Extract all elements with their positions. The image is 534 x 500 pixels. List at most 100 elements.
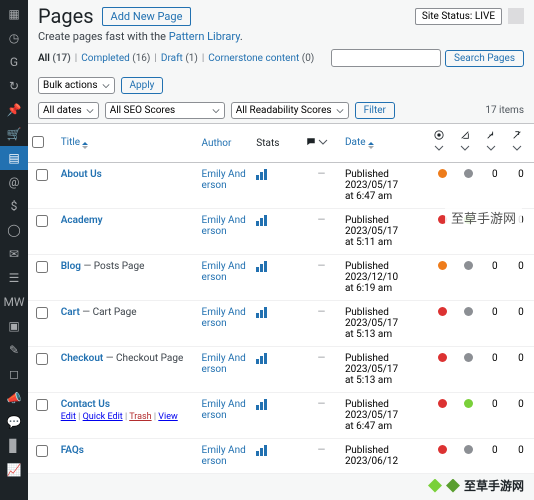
dates-filter-select[interactable]: All dates (38, 102, 99, 119)
date-cell: Published2023/06/12 (341, 439, 430, 474)
view-filter-draft[interactable]: Draft (1) (161, 53, 198, 64)
stats-icon[interactable] (256, 307, 267, 318)
view-link[interactable]: View (158, 412, 177, 422)
page-title-link[interactable]: Blog (61, 261, 81, 272)
sidebar-item-at[interactable]: @ (0, 170, 28, 194)
date-cell: Published2023/05/17at 6:47 am (341, 163, 430, 209)
column-date[interactable]: Date (341, 124, 430, 163)
author-link[interactable]: Emily Anderson (202, 353, 246, 375)
sidebar-item-page[interactable]: ▤ (0, 146, 28, 170)
sidebar-item-dollar[interactable]: $ (0, 194, 28, 218)
sidebar-item-gauge[interactable]: ◷ (0, 26, 28, 50)
sidebar-item-mail[interactable]: ✉ (0, 242, 28, 266)
author-link[interactable]: Emily Anderson (202, 307, 246, 329)
outgoing-links-count: 0 (508, 439, 534, 474)
author-link[interactable]: Emily Anderson (202, 399, 246, 421)
sidebar-item-g[interactable]: G (0, 50, 28, 74)
column-title[interactable]: Title (57, 124, 198, 163)
stats-icon[interactable] (256, 215, 267, 226)
page-title-link[interactable]: About Us (61, 169, 102, 180)
comment-icon (306, 137, 316, 147)
row-checkbox[interactable] (36, 307, 48, 319)
column-comments[interactable] (302, 124, 341, 163)
row-checkbox[interactable] (36, 169, 48, 181)
row-checkbox[interactable] (36, 399, 48, 411)
filter-button[interactable]: Filter (355, 102, 395, 119)
date-cell: Published2023/12/10at 6:19 am (341, 255, 430, 301)
sidebar-item-pin[interactable]: 📌 (0, 98, 28, 122)
chevron-down-icon (434, 143, 444, 153)
readability-score-dot (464, 261, 473, 270)
apply-button[interactable]: Apply (121, 77, 164, 94)
column-readability[interactable] (456, 124, 482, 163)
chevron-down-icon (336, 107, 344, 115)
edit-link[interactable]: Edit (61, 412, 76, 422)
sidebar-item-megaphone[interactable]: 📣 (0, 386, 28, 410)
sidebar-item-chart[interactable]: ▊ (0, 434, 28, 458)
column-links[interactable] (482, 124, 508, 163)
seo-scores-select[interactable]: All SEO Scores (105, 102, 225, 119)
row-checkbox[interactable] (36, 445, 48, 457)
page-title-link[interactable]: FAQs (61, 445, 84, 456)
readability-score-dot (464, 353, 473, 362)
sidebar-item-square[interactable]: ◻ (0, 362, 28, 386)
author-link[interactable]: Emily Anderson (202, 261, 246, 283)
stats-icon[interactable] (256, 399, 267, 410)
sidebar-item-comment[interactable]: 💬 (0, 410, 28, 434)
stats-icon[interactable] (256, 445, 267, 456)
column-seo[interactable] (430, 124, 456, 163)
select-all-checkbox[interactable] (32, 136, 44, 148)
sidebar-item-cart[interactable]: 🛒 (0, 122, 28, 146)
page-title-link[interactable]: Cart (61, 307, 80, 318)
comment-count: — (317, 353, 325, 364)
sidebar-item-mw[interactable]: MW (0, 290, 28, 314)
sidebar-item-refresh[interactable]: ↻ (0, 74, 28, 98)
view-filter-cornerstone-content[interactable]: Cornerstone content (0) (208, 53, 314, 64)
column-stats[interactable]: Stats (252, 124, 302, 163)
row-checkbox[interactable] (36, 261, 48, 273)
quick-edit-link[interactable]: Quick Edit (83, 412, 123, 422)
readability-scores-select[interactable]: All Readability Scores (231, 102, 349, 119)
stats-icon[interactable] (256, 353, 267, 364)
readability-score-dot (464, 445, 473, 454)
sidebar-item-pencil[interactable]: ✎ (0, 338, 28, 362)
avatar[interactable] (508, 8, 524, 24)
column-outgoing[interactable] (508, 124, 534, 163)
bulk-actions-select[interactable]: Bulk actions (38, 77, 115, 94)
feather-icon (460, 130, 470, 140)
items-count: 17 items (485, 105, 524, 116)
stats-icon[interactable] (256, 169, 267, 180)
seo-score-dot (438, 215, 447, 224)
page-title-link[interactable]: Academy (61, 215, 103, 226)
date-cell: Published2023/05/17at 5:11 am (341, 209, 430, 255)
view-filter-completed[interactable]: Completed (16) (81, 53, 150, 64)
author-link[interactable]: Emily Anderson (202, 169, 246, 191)
author-link[interactable]: Emily Anderson (202, 445, 246, 467)
subtitle: Create pages fast with the Pattern Libra… (28, 30, 534, 49)
sidebar-item-list[interactable]: ☰ (0, 266, 28, 290)
dates-filter-label: All dates (43, 105, 82, 116)
page-title-link[interactable]: Contact Us (61, 399, 110, 410)
row-checkbox[interactable] (36, 215, 48, 227)
outgoing-links-count: 0 (508, 163, 534, 209)
add-new-page-button[interactable]: Add New Page (102, 7, 192, 26)
date-cell: Published2023/05/17at 6:47 am (341, 393, 430, 439)
comment-count: — (317, 307, 325, 318)
trash-link[interactable]: Trash (129, 412, 151, 422)
column-author[interactable]: Author (198, 124, 253, 163)
row-checkbox[interactable] (36, 353, 48, 365)
search-input[interactable] (331, 49, 441, 67)
sidebar-item-layers[interactable]: ▣ (0, 314, 28, 338)
pattern-library-link[interactable]: Pattern Library (169, 30, 240, 43)
author-link[interactable]: Emily Anderson (202, 215, 246, 237)
page-title-link[interactable]: Checkout (61, 353, 104, 364)
search-pages-button[interactable]: Search Pages (445, 50, 524, 67)
stats-icon[interactable] (256, 261, 267, 272)
sidebar-item-grid[interactable]: ▦ (0, 2, 28, 26)
sidebar-item-trend[interactable]: 📈 (0, 458, 28, 482)
view-filter-all[interactable]: All (17) (38, 53, 71, 64)
sidebar-item-circle[interactable]: ◯ (0, 218, 28, 242)
incoming-links-count: 0 (482, 255, 508, 301)
site-status-badge[interactable]: Site Status: LIVE (415, 8, 502, 25)
chevron-down-icon (318, 137, 328, 147)
